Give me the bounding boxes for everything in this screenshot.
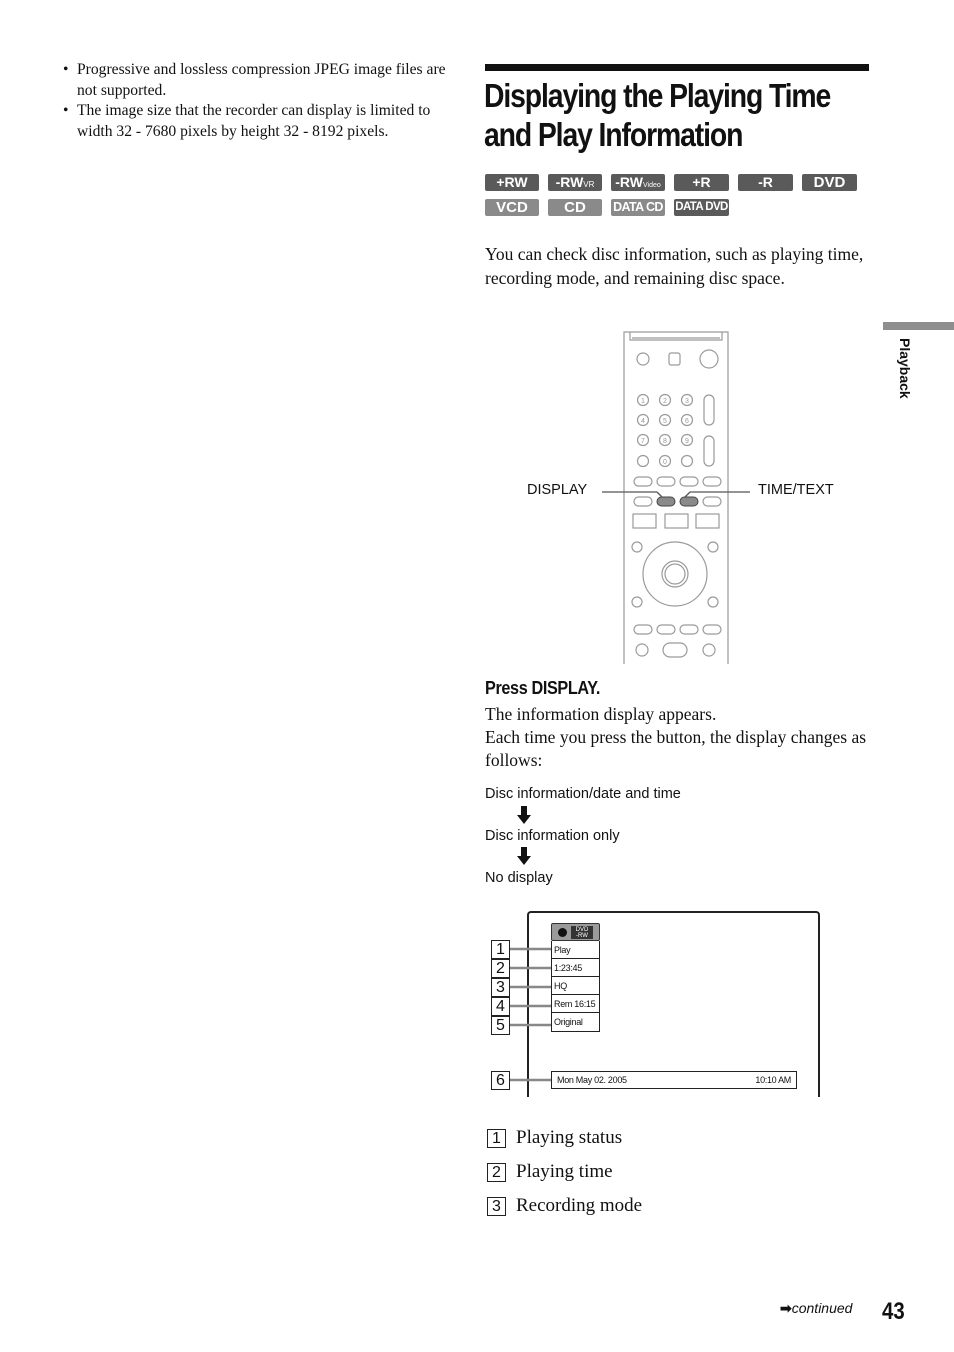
badge-vcd: VCD: [485, 199, 539, 216]
svg-text:3: 3: [685, 398, 689, 405]
step-body: The information display appears. Each ti…: [485, 703, 875, 772]
intro-paragraph: You can check disc information, such as …: [485, 244, 864, 288]
step-line-1: The information display appears.: [485, 704, 717, 724]
time-text-label: TIME/TEXT: [758, 482, 834, 498]
disc-icon: [558, 928, 567, 937]
arrow-down-icon: [517, 806, 531, 824]
bullet-item: The image size that the recorder can dis…: [62, 101, 454, 142]
svg-text:9: 9: [685, 438, 689, 445]
callout-4: 4: [491, 997, 510, 1016]
callout-5: 5: [491, 1016, 510, 1035]
badge-minus-r: -R: [738, 174, 793, 191]
svg-text:2: 2: [663, 398, 667, 405]
callout-2: 2: [491, 959, 510, 978]
badge-dvd: DVD: [802, 174, 857, 191]
badge-plus-rw: +RW: [485, 174, 539, 191]
remaining-space-value: Rem 16:15: [552, 995, 599, 1013]
step-line-2: Each time you press the button, the disp…: [485, 727, 867, 770]
heading-rule: [485, 64, 869, 71]
badge-minus-rw-video: -RWVideo: [611, 174, 665, 191]
legend-item-3: 3 Recording mode: [487, 1195, 642, 1217]
title-line-2: and Play Information: [484, 116, 743, 153]
legend-item-1: 1 Playing status: [487, 1127, 622, 1149]
page-title: Displaying the Playing Time and Play Inf…: [484, 76, 831, 154]
date-time-bar: Mon May 02. 2005 10:10 AM: [551, 1071, 797, 1089]
callout-3: 3: [491, 978, 510, 997]
svg-text:5: 5: [663, 418, 667, 425]
display-label: DISPLAY: [527, 482, 588, 498]
disc-type-label: DVD -RW: [571, 926, 593, 939]
badge-minus-rw-vr: -RWVR: [548, 174, 602, 191]
title-line-1: Displaying the Playing Time: [484, 77, 831, 114]
badge-data-cd: DATA CD: [611, 199, 665, 216]
sequence-item-3: No display: [485, 870, 553, 886]
bullet-list: Progressive and lossless compression JPE…: [62, 60, 454, 142]
playing-status-value: Play: [552, 941, 599, 959]
arrow-right-icon: ➡: [780, 1300, 792, 1316]
bullet-item: Progressive and lossless compression JPE…: [62, 60, 454, 101]
playing-time-value: 1:23:45: [552, 959, 599, 977]
sequence-item-1: Disc information/date and time: [485, 786, 681, 802]
display-button: [656, 496, 676, 507]
badge-cd: CD: [548, 199, 602, 216]
step-title: Press DISPLAY.: [485, 678, 601, 698]
continued-note: ➡continued: [780, 1300, 853, 1316]
remote-body: [623, 331, 729, 664]
time-text-button: [679, 496, 699, 507]
title-type-value: Original: [554, 1017, 583, 1027]
svg-text:7: 7: [641, 438, 645, 445]
sequence-item-2: Disc information only: [485, 828, 620, 844]
svg-text:0: 0: [663, 459, 667, 466]
section-tab-label: Playback: [897, 338, 913, 399]
disc-type-indicator: DVD -RW: [551, 923, 600, 941]
svg-text:6: 6: [685, 418, 689, 425]
power-button-icon: [699, 349, 719, 369]
badge-plus-r: +R: [674, 174, 729, 191]
date-value: Mon May 02. 2005: [557, 1075, 627, 1085]
svg-text:1: 1: [641, 398, 645, 405]
legend-item-2: 2 Playing time: [487, 1161, 613, 1183]
callout-6: 6: [491, 1071, 510, 1090]
svg-text:8: 8: [663, 438, 667, 445]
input-select-icon: [668, 352, 681, 366]
arrow-down-icon: [517, 847, 531, 865]
recording-mode-value: HQ: [552, 977, 599, 995]
time-value: 10:10 AM: [755, 1075, 791, 1085]
eject-button-icon: [636, 352, 650, 366]
callout-leaders: [510, 947, 551, 1082]
svg-text:4: 4: [641, 418, 645, 425]
section-tab-bar: [883, 322, 954, 330]
callout-1: 1: [491, 940, 510, 959]
badge-data-dvd: DATA DVD: [674, 199, 729, 216]
page-number: 43: [882, 1298, 905, 1325]
info-panel: Play 1:23:45 HQ Rem 16:15 Original: [551, 941, 600, 1032]
